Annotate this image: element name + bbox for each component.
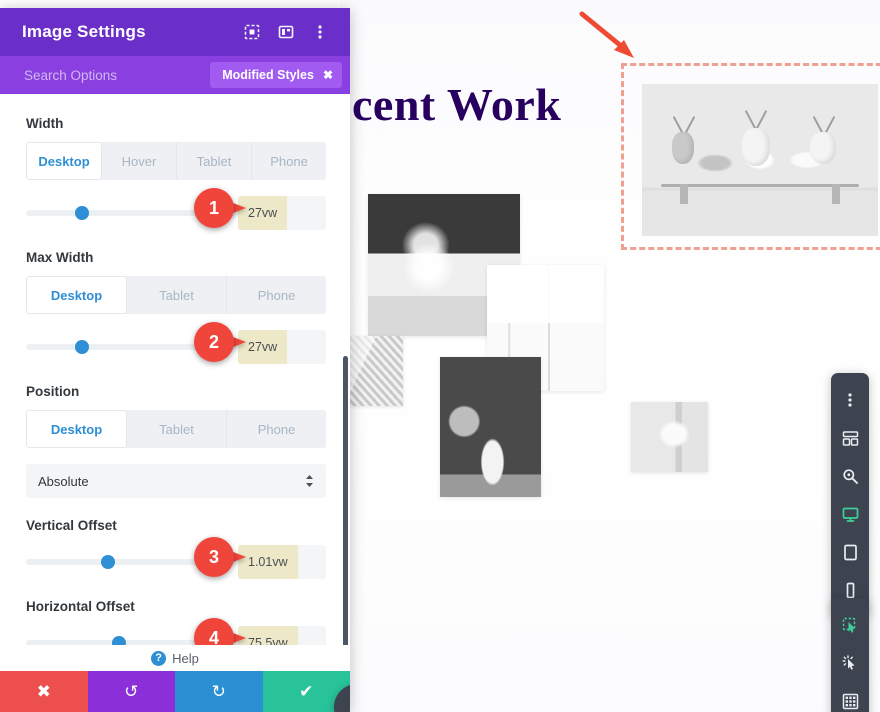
modified-styles-chip[interactable]: Modified Styles ✖ [210,62,342,88]
value-width[interactable]: 27vw [238,196,288,230]
desktop-icon[interactable] [831,495,869,533]
value-vertical-offset[interactable]: 1.01vw [238,545,298,579]
tab-hover-width[interactable]: Hover [102,142,177,180]
position-select-value: Absolute [38,473,89,489]
gallery-photo-armchair[interactable] [631,402,708,472]
modified-styles-label: Modified Styles [222,68,314,82]
focus-target-icon[interactable] [238,18,266,46]
slider-knob-vertical-offset[interactable] [101,555,116,569]
field-width: Width Desktop Hover Tablet Phone 27vw 1 [26,116,326,230]
annotation-arrow-icon [579,11,634,58]
hover-select-icon[interactable] [831,644,869,682]
help-icon: ? [151,650,167,666]
slider-knob-width[interactable] [74,206,89,220]
tab-phone-width[interactable]: Phone [252,142,326,180]
field-max-width: Max Width Desktop Tablet Phone 27vw 2 [26,250,326,364]
slider-row-width: 27vw 1 [26,188,326,230]
field-horizontal-offset: Horizontal Offset 75.5vw 4 [26,599,326,645]
device-tabs-width: Desktop Hover Tablet Phone [26,142,326,180]
panel-header: Image Settings [0,8,350,56]
position-select[interactable]: Absolute [26,464,326,498]
panel-layout-icon[interactable] [272,18,300,46]
gallery-photo-vase[interactable] [440,357,541,497]
tab-phone-max-width[interactable]: Phone [227,276,326,314]
vase-3 [810,132,836,164]
tab-tablet-width[interactable]: Tablet [177,142,252,180]
vase-2 [742,128,770,166]
shelf-leg [832,184,841,205]
callout-number: 2 [208,331,219,352]
tablet-icon[interactable] [831,533,869,571]
chevron-updown-icon [305,474,314,488]
field-label-max-width: Max Width [26,250,94,265]
tab-tablet-position[interactable]: Tablet [127,410,227,448]
help-row[interactable]: ? Help [0,645,350,671]
page-title: cent Work [352,79,562,130]
screenshot-root: cent Work Image Settings Search Options … [0,0,880,712]
shelf-leg [679,184,688,205]
selected-image[interactable] [642,84,878,236]
value-box-horizontal-offset[interactable]: 75.5vw [238,626,326,645]
tab-tablet-max-width[interactable]: Tablet [127,276,227,314]
more-vertical-icon[interactable] [831,381,869,419]
resize-icon [349,699,350,712]
value-box-width[interactable]: 27vw [238,196,326,230]
right-toolbar-primary [831,373,869,617]
field-label-position: Position [26,384,80,399]
callout-number: 3 [208,546,219,567]
panel-scrollbar[interactable] [343,356,348,645]
cancel-button[interactable]: ✖ [0,671,88,712]
slider-row-horizontal-offset: 75.5vw 4 [26,618,326,645]
wireframe-icon[interactable] [831,419,869,457]
redo-button[interactable]: ↻ [175,671,263,712]
tab-desktop-max-width[interactable]: Desktop [26,276,127,314]
image-settings-panel: Image Settings Search Options Modified S… [0,8,350,712]
value-max-width[interactable]: 27vw [238,330,288,364]
undo-button[interactable]: ↺ [87,671,175,712]
tab-phone-position[interactable]: Phone [227,410,326,448]
slider-row-max-width: 27vw 2 [26,322,326,364]
right-toolbar-secondary [831,598,869,712]
help-label[interactable]: Help [172,651,199,666]
slider-track-horizontal-offset[interactable] [26,636,232,645]
shelf-bar [660,184,860,188]
panel-title: Image Settings [22,22,146,41]
zoom-icon[interactable] [831,457,869,495]
device-tabs-max-width: Desktop Tablet Phone [26,276,326,314]
panel-search-bar: Modified Styles ✖ [0,56,350,94]
field-vertical-offset: Vertical Offset 1.01vw 3 [26,518,326,579]
field-label-horizontal-offset: Horizontal Offset [26,599,135,614]
slider-knob-max-width[interactable] [74,340,89,354]
slider-track-vertical-offset[interactable] [26,555,232,569]
vase-1 [672,132,694,164]
grid-icon[interactable] [831,682,869,712]
close-icon[interactable]: ✖ [323,68,333,82]
callout-number: 1 [208,197,219,218]
tab-desktop-width[interactable]: Desktop [26,142,102,180]
field-label-width: Width [26,116,64,131]
panel-body: Width Desktop Hover Tablet Phone 27vw 1 … [0,94,350,645]
selected-image-outline[interactable] [621,63,880,250]
slider-knob-horizontal-offset[interactable] [111,636,126,645]
slider-row-vertical-offset: 1.01vw 3 [26,537,326,579]
tab-desktop-position[interactable]: Desktop [26,410,127,448]
more-vertical-icon[interactable] [306,18,334,46]
device-tabs-position: Desktop Tablet Phone [26,410,326,448]
slider-track-max-width[interactable] [26,340,232,354]
slider-track-width[interactable] [26,206,232,220]
value-horizontal-offset[interactable]: 75.5vw [238,626,298,645]
field-label-vertical-offset: Vertical Offset [26,518,117,533]
click-select-icon[interactable] [831,606,869,644]
panel-action-bar: ✖ ↺ ↻ ✔ [0,671,350,712]
search-input[interactable] [24,67,211,83]
value-box-max-width[interactable]: 27vw [238,330,326,364]
field-position: Position Desktop Tablet Phone Absolute [26,384,326,498]
value-box-vertical-offset[interactable]: 1.01vw [238,545,326,579]
plant-leaves [742,108,768,130]
